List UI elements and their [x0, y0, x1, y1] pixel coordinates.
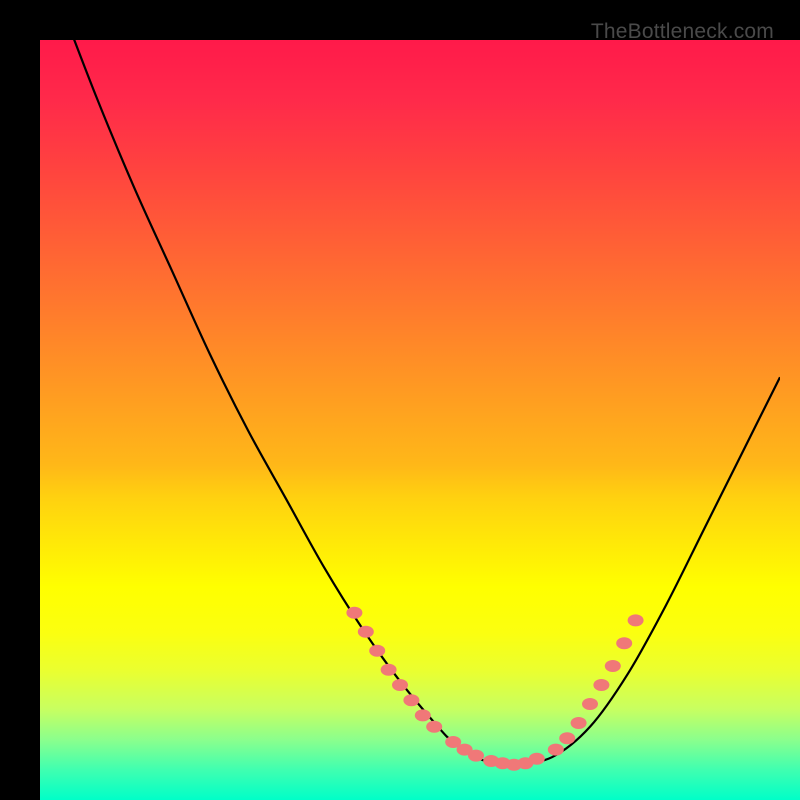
data-markers [20, 20, 780, 780]
data-marker [358, 626, 374, 638]
data-marker [392, 679, 408, 691]
data-marker [346, 607, 362, 619]
watermark-text: TheBottleneck.com [591, 20, 774, 44]
data-marker [616, 637, 632, 649]
data-marker [628, 614, 644, 626]
chart-frame: TheBottleneck.com [20, 20, 780, 780]
data-marker [582, 698, 598, 710]
data-marker [468, 750, 484, 762]
data-marker [426, 721, 442, 733]
data-marker [369, 645, 385, 657]
data-marker [403, 694, 419, 706]
marker-group [346, 607, 643, 771]
data-marker [559, 732, 575, 744]
data-marker [415, 709, 431, 721]
data-marker [605, 660, 621, 672]
data-marker [593, 679, 609, 691]
data-marker [571, 717, 587, 729]
data-marker [381, 664, 397, 676]
data-marker [548, 744, 564, 756]
data-marker [529, 753, 545, 765]
